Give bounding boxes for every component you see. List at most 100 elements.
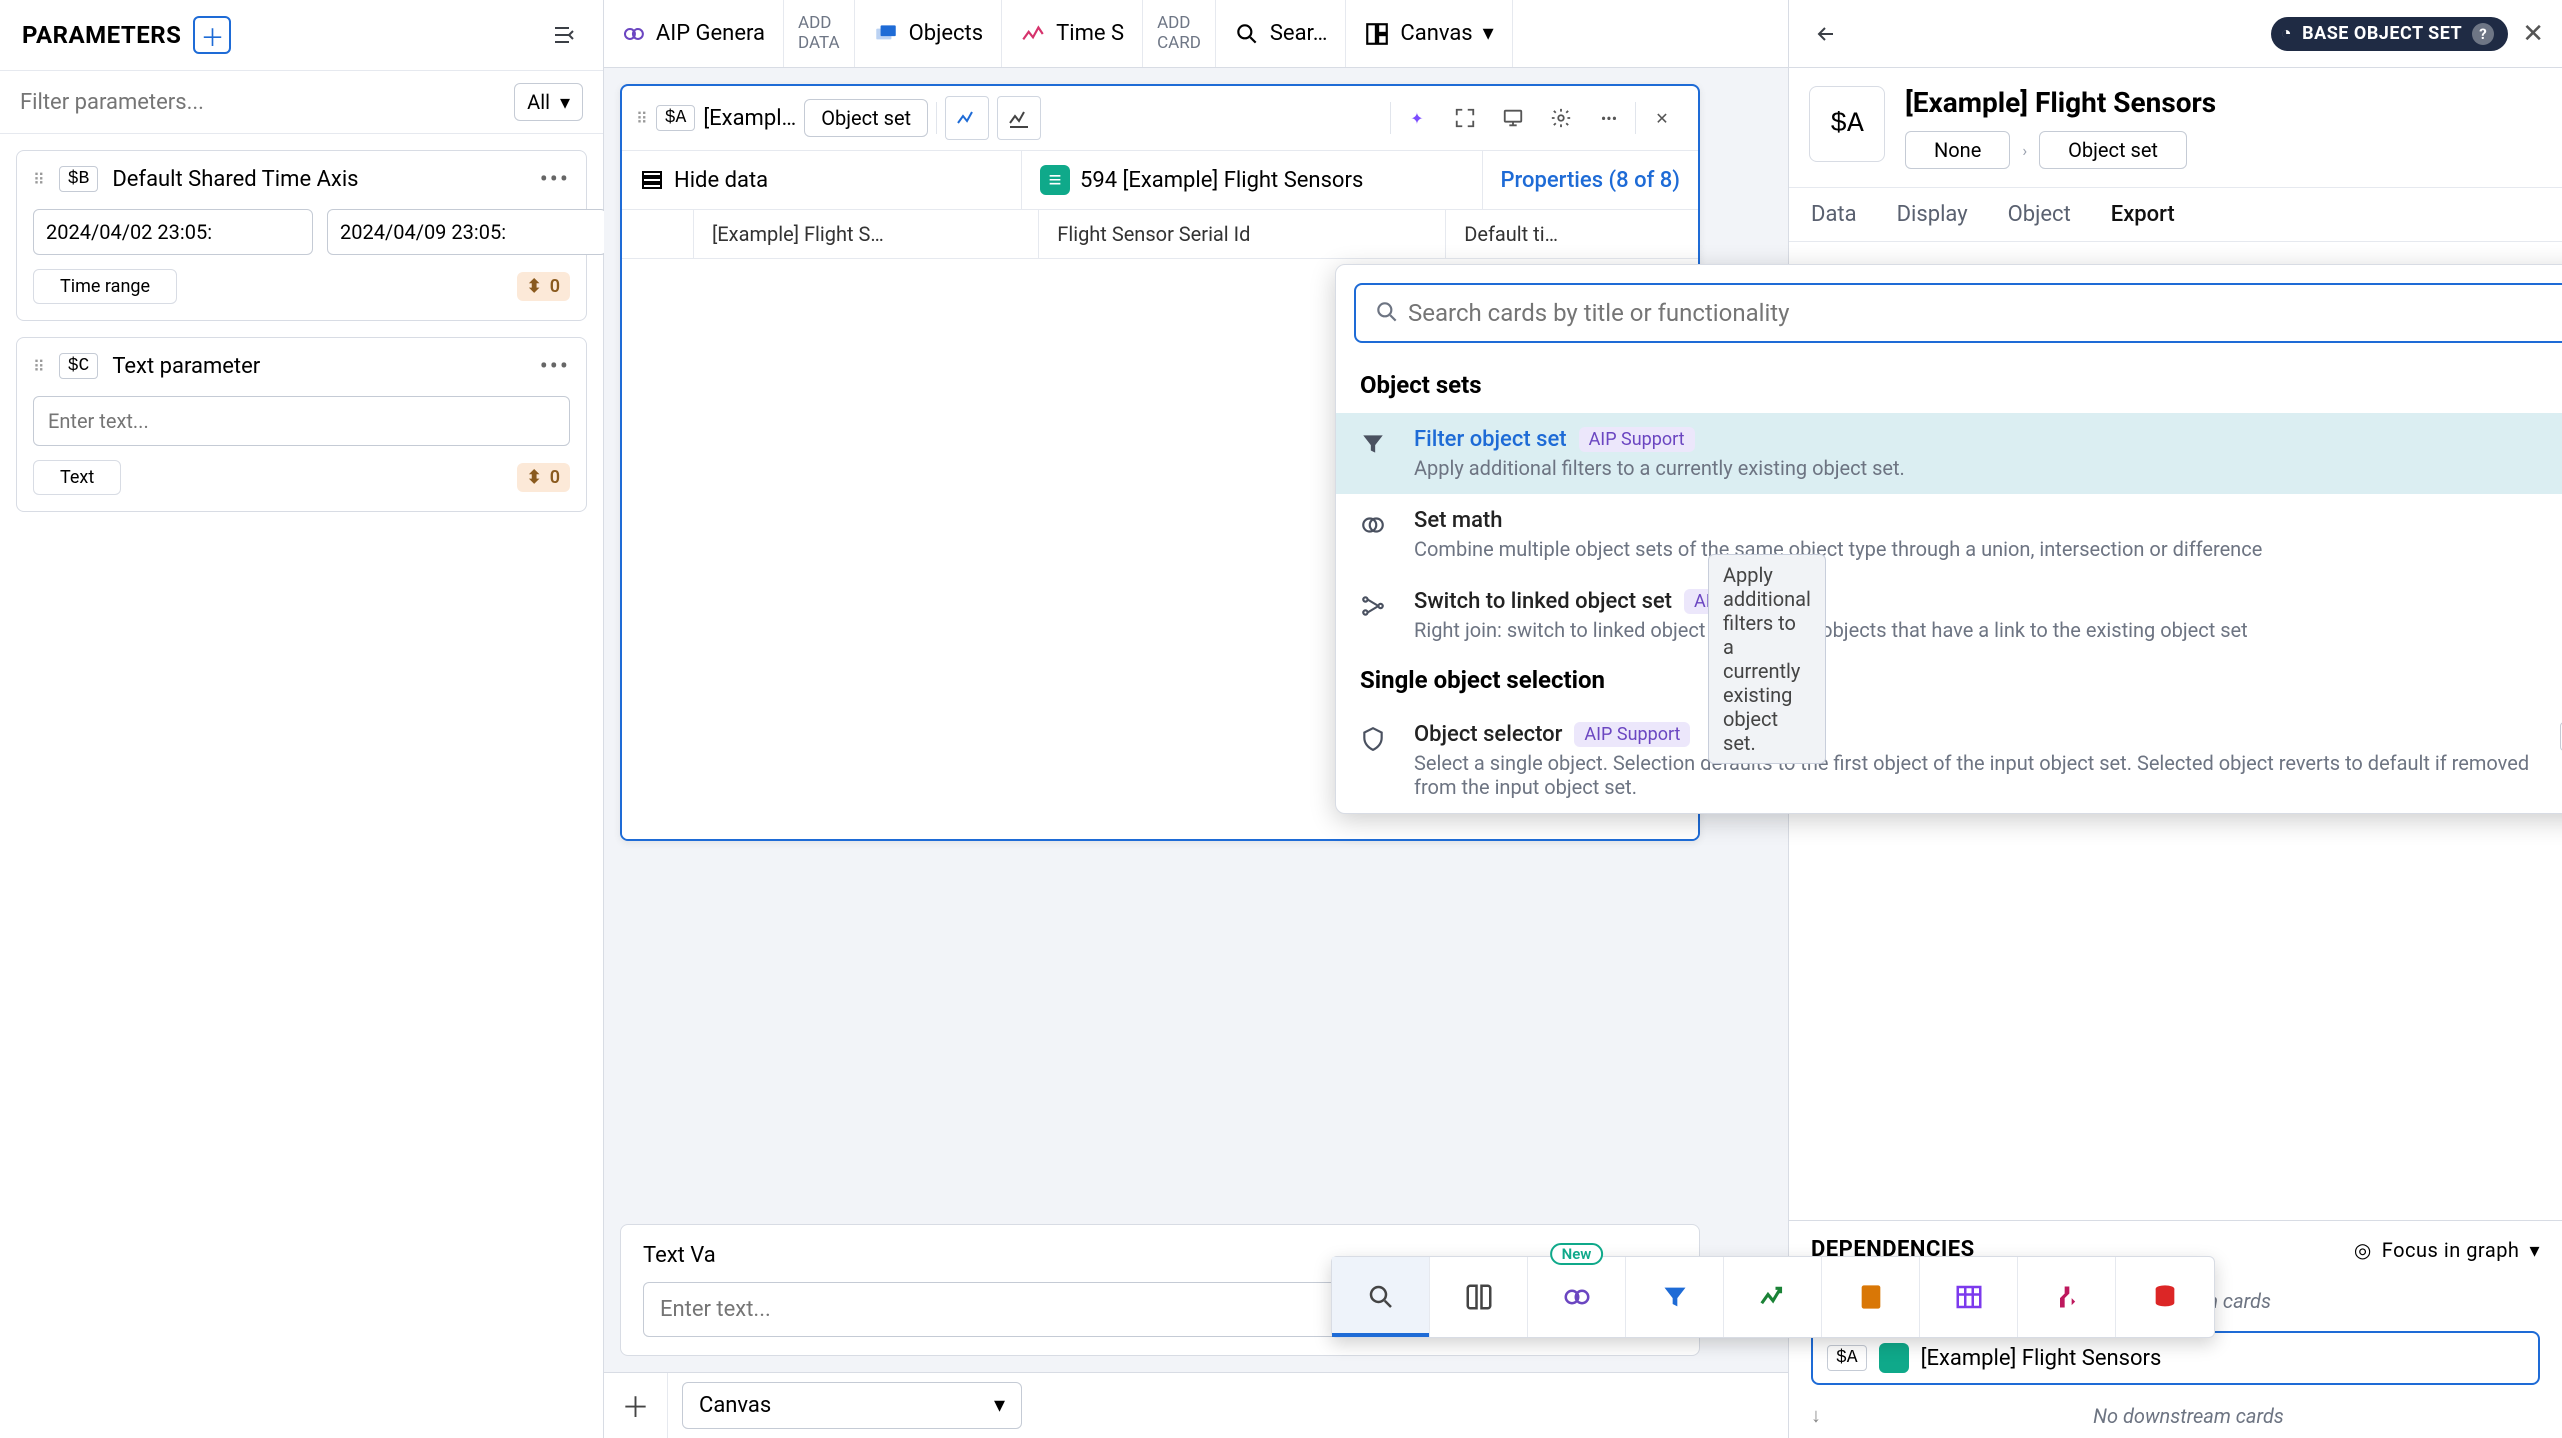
tab-object[interactable]: Object [2008, 202, 2071, 227]
object-set-label: Object set [804, 99, 928, 137]
parent-link-pill[interactable]: None [1905, 131, 2010, 169]
time-end-input[interactable] [327, 209, 607, 255]
chevron-down-icon: ▾ [994, 1393, 1005, 1418]
column-header[interactable]: [Example] Flight S… [694, 210, 1039, 258]
chart-view-button[interactable] [945, 96, 989, 140]
parameter-title: Default Shared Time Axis [112, 167, 525, 192]
category-search-button[interactable] [1332, 1257, 1430, 1337]
sparkle-button[interactable]: ✦ [1395, 96, 1439, 140]
category-book-button[interactable] [1430, 1257, 1528, 1337]
category-table-button[interactable] [1920, 1257, 2018, 1337]
expand-button[interactable] [1443, 96, 1487, 140]
aip-support-tag: AIP Support [1579, 427, 1695, 452]
tab-display[interactable]: Display [1897, 202, 1968, 227]
hide-data-toggle[interactable]: Hide data [622, 151, 1022, 209]
popover-item-description: Select a single object. Selection defaul… [1414, 751, 2540, 799]
drag-handle-icon[interactable]: ⠿ [636, 109, 648, 128]
card-search-input[interactable] [1354, 283, 2562, 343]
top-toolbar: AIP Genera ADD DATA Objects Time S ADD C… [604, 0, 1788, 68]
card-badge: $A [656, 105, 696, 131]
popover-item-description: Combine multiple object sets of the same… [1414, 537, 2543, 561]
parameter-card: ⠿ $C Text parameter ••• Text ⬍ 0 [16, 337, 587, 512]
chevron-right-icon: › [2022, 141, 2027, 160]
canvas-dropdown[interactable]: Canvas ▾ [1346, 0, 1512, 67]
search-button[interactable]: Sear… [1216, 0, 1347, 67]
text-type-button[interactable]: Text [33, 460, 121, 495]
popover-item[interactable]: Object selector AIP Support Select a sin… [1336, 708, 2562, 813]
card-type-icon: $A [1809, 86, 1885, 162]
popover-item-title: Set math [1414, 508, 1502, 533]
popover-item[interactable]: Switch to linked object set AIP Support … [1336, 575, 2562, 656]
focus-in-graph-button[interactable]: ◎ Focus in graph ▾ [2354, 1238, 2540, 1262]
aip-generate-button[interactable]: AIP Genera [604, 0, 784, 67]
popover-item[interactable]: Filter object set AIP Support Apply addi… [1336, 413, 2562, 494]
chart-alt-button[interactable] [997, 96, 1041, 140]
objects-button[interactable]: Objects [855, 0, 1003, 67]
more-menu-button[interactable]: ••• [540, 352, 570, 380]
time-range-button[interactable]: Time range [33, 269, 177, 304]
properties-link[interactable]: Properties (8 of 8) [1483, 151, 1699, 209]
dependency-card[interactable]: $A [Example] Flight Sensors [1811, 1331, 2540, 1385]
card-category-strip: New [1331, 1256, 2215, 1338]
popover-item-title: Switch to linked object set [1414, 589, 1672, 614]
drag-handle-icon[interactable]: ⠿ [33, 357, 45, 376]
back-button[interactable] [1807, 15, 1845, 53]
time-series-button[interactable]: Time S [1002, 0, 1143, 67]
card-title: [Exampl… [703, 106, 796, 131]
dependency-count-badge[interactable]: ⬍ 0 [517, 463, 570, 492]
parameters-panel: PARAMETERS ＋ All▾ ⠿ $B Default Shared Ti… [0, 0, 604, 1438]
popover-section-title: Single object selection [1336, 656, 2562, 708]
category-aip-button[interactable]: New [1528, 1257, 1626, 1337]
card-search-popover: Object sets Filter object set AIP Suppor… [1335, 264, 2562, 814]
category-transform-button[interactable] [2018, 1257, 2116, 1337]
more-button[interactable]: ••• [1587, 96, 1631, 140]
more-menu-button[interactable]: ••• [540, 165, 570, 193]
chevron-down-icon: ▾ [2529, 1238, 2540, 1262]
add-parameter-button[interactable]: ＋ [193, 16, 231, 54]
category-trend-button[interactable] [1724, 1257, 1822, 1337]
close-card-button[interactable]: ✕ [1640, 96, 1684, 140]
search-icon [1374, 299, 1400, 329]
popover-item-icon [1360, 589, 1394, 623]
tab-data[interactable]: Data [1811, 202, 1857, 227]
collapse-panel-button[interactable] [545, 16, 583, 54]
object-type-icon: ≡ [1040, 165, 1070, 195]
canvas-tab-select[interactable]: Canvas ▾ [682, 1382, 1022, 1429]
dependency-count-badge[interactable]: ⬍ 0 [517, 272, 570, 301]
popover-item-title: Object selector [1414, 722, 1562, 747]
arrow-down-icon: ↓ [1811, 1403, 1821, 1428]
popover-item[interactable]: Set math Combine multiple object sets of… [1336, 494, 2562, 575]
bottom-bar: ＋ Canvas ▾ [604, 1372, 1788, 1438]
aip-support-tag: AIP Support [1574, 722, 1690, 747]
drag-handle-icon[interactable]: ⠿ [33, 170, 45, 189]
settings-button[interactable] [1539, 96, 1583, 140]
add-card-button[interactable]: ADD CARD [1143, 0, 1216, 67]
column-header[interactable]: Default ti… [1446, 210, 1698, 258]
present-button[interactable] [1491, 96, 1535, 140]
popover-item-title: Filter object set [1414, 427, 1567, 452]
parameter-badge: $C [59, 353, 99, 379]
category-calculator-button[interactable] [1822, 1257, 1920, 1337]
detail-tabs: Data Display Object Export [1789, 188, 2562, 242]
category-database-button[interactable] [2116, 1257, 2214, 1337]
chevron-down-icon: ▾ [560, 90, 570, 114]
add-tab-button[interactable]: ＋ [604, 1373, 668, 1438]
time-start-input[interactable] [33, 209, 313, 255]
chevron-down-icon: ▾ [1483, 21, 1494, 46]
help-icon[interactable]: ? [2472, 23, 2494, 45]
text-parameter-input[interactable] [33, 396, 570, 446]
filter-parameters-input[interactable] [20, 90, 504, 115]
category-filter-button[interactable] [1626, 1257, 1724, 1337]
dep-title: [Example] Flight Sensors [1921, 1346, 2162, 1371]
add-data-button[interactable]: ADD DATA [784, 0, 855, 67]
close-panel-button[interactable]: ✕ [2522, 19, 2544, 49]
popover-item-description: Right join: switch to linked object set,… [1414, 618, 2543, 642]
object-type-icon [1879, 1343, 1909, 1373]
parameter-filter-select[interactable]: All▾ [514, 83, 583, 121]
base-object-set-chip[interactable]: ◔ BASE OBJECT SET ? [2271, 17, 2508, 51]
column-header[interactable]: Flight Sensor Serial Id [1039, 210, 1446, 258]
popover-item-icon [1360, 722, 1394, 756]
tab-export[interactable]: Export [2111, 202, 2175, 227]
canvas-panel: AIP Genera ADD DATA Objects Time S ADD C… [604, 0, 1788, 1438]
tooltip: Apply additional filters to a currently … [1708, 554, 1826, 764]
